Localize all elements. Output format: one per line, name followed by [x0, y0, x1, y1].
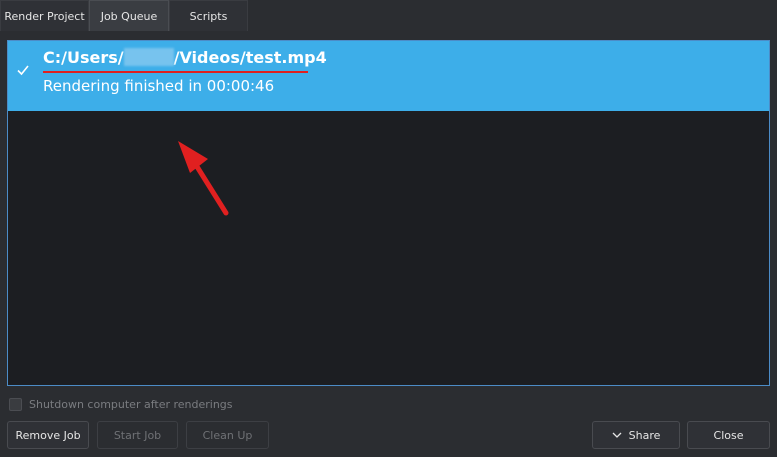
tab-scripts[interactable]: Scripts: [169, 0, 248, 31]
close-button[interactable]: Close: [687, 421, 770, 449]
share-button[interactable]: Share: [592, 421, 680, 449]
check-icon: [17, 65, 29, 76]
list-item[interactable]: C:/Users/ /Videos/test.mp4 Rendering fini…: [8, 41, 769, 111]
clean-up-button[interactable]: Clean Up: [186, 421, 269, 449]
annotation-underline: [43, 71, 308, 73]
job-file-path: C:/Users/ /Videos/test.mp4: [43, 48, 327, 67]
share-label: Share: [628, 428, 661, 442]
shutdown-checkbox[interactable]: [9, 397, 22, 411]
tab-label: Render Project: [4, 9, 85, 23]
tab-bar: Render Project Job Queue Scripts: [0, 0, 777, 31]
start-job-button[interactable]: Start Job: [97, 421, 178, 449]
tab-label: Scripts: [189, 9, 228, 23]
job-path-prefix: C:/Users/: [43, 48, 124, 67]
redacted-username: [123, 48, 174, 66]
tab-label: Job Queue: [100, 9, 158, 23]
job-path-suffix: /Videos/test.mp4: [173, 48, 327, 67]
shutdown-label: Shutdown computer after renderings: [29, 397, 233, 411]
job-queue-list[interactable]: C:/Users/ /Videos/test.mp4 Rendering fini…: [7, 40, 770, 386]
shutdown-option[interactable]: Shutdown computer after renderings: [9, 397, 233, 411]
tab-job-queue[interactable]: Job Queue: [89, 0, 169, 31]
tab-render-project[interactable]: Render Project: [0, 0, 89, 31]
job-status: Rendering finished in 00:00:46: [43, 77, 275, 95]
annotation-arrow-icon: [178, 141, 229, 216]
chevron-down-icon: [612, 432, 622, 438]
remove-job-button[interactable]: Remove Job: [7, 421, 89, 449]
